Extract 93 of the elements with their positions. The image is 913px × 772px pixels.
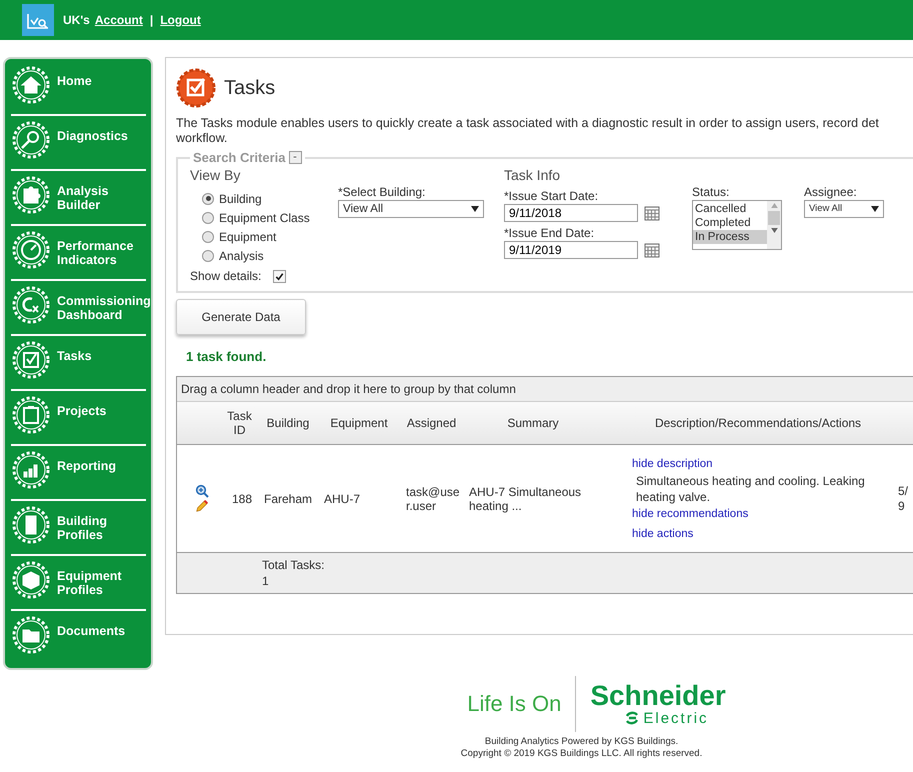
radio-button[interactable] bbox=[202, 230, 214, 242]
section-heading: View By bbox=[190, 167, 242, 183]
start-date-field[interactable]: 9/11/2018 bbox=[504, 204, 638, 222]
gear-gauge-icon bbox=[11, 230, 51, 270]
table-cell-text: task@user.user bbox=[406, 484, 461, 512]
user-name: UK's bbox=[63, 13, 90, 27]
gear-magnifier-icon bbox=[11, 120, 51, 160]
sidebar-item[interactable]: Tasks bbox=[11, 336, 146, 391]
calendar-icon[interactable] bbox=[644, 205, 660, 221]
sidebar-item[interactable]: Home bbox=[11, 61, 146, 116]
collapse-button[interactable]: - bbox=[288, 151, 302, 164]
group-drop-area: Drag a column header and drop it here to group by that column bbox=[177, 377, 913, 402]
radio-button[interactable] bbox=[202, 250, 214, 262]
scrollbar[interactable] bbox=[767, 201, 781, 249]
sidebar-item[interactable]: Building Profiles bbox=[11, 501, 146, 556]
radio-label: Analysis bbox=[219, 248, 264, 262]
radio-label: Equipment Class bbox=[219, 210, 310, 224]
page-description: The Tasks module enables users to quickly create a task associated with a diagnostic result in order to assign users, record det bbox=[176, 116, 880, 131]
radio-label: Building bbox=[219, 192, 262, 206]
column-header[interactable]: Building bbox=[266, 416, 310, 430]
chart-magnifier-logo-icon bbox=[22, 4, 54, 36]
field-label: Status: bbox=[692, 185, 730, 199]
total-tasks-label: Total Tasks: bbox=[262, 557, 324, 573]
assignee-dropdown[interactable]: View All bbox=[804, 200, 884, 218]
section-legend: Search Criteria bbox=[193, 150, 286, 165]
generate-data-button[interactable]: Generate Data bbox=[176, 299, 306, 335]
radio-button[interactable] bbox=[202, 212, 214, 224]
field-label: Show details: bbox=[190, 269, 262, 283]
radio-label: Equipment bbox=[219, 230, 276, 244]
sidebar-item[interactable]: Diagnostics bbox=[11, 116, 146, 171]
table-cell-text: 5/ bbox=[898, 484, 910, 498]
column-header[interactable]: Summary bbox=[463, 416, 603, 430]
caret-icon bbox=[871, 206, 879, 212]
gear-puzzle-icon bbox=[11, 175, 51, 215]
scroll-down-icon[interactable] bbox=[770, 228, 778, 233]
powered-by-text: Building Analytics Powered by KGS Buildings. bbox=[484, 736, 678, 748]
zoom-in-icon[interactable] bbox=[195, 484, 209, 498]
column-header[interactable]: Assigned bbox=[406, 416, 456, 430]
copyright-text: Copyright © 2019 KGS Buildings LLC. All rights reserved. bbox=[460, 748, 702, 760]
gear-folder-icon bbox=[11, 615, 51, 655]
status-option[interactable]: In Process bbox=[693, 230, 767, 244]
brand-subtitle: Electric bbox=[643, 710, 709, 726]
column-header[interactable]: Description/Recommendations/Actions bbox=[654, 416, 862, 430]
brand-name: Schneider bbox=[590, 682, 726, 710]
field-label: *Select Building: bbox=[338, 185, 426, 199]
table-cell: Fareham bbox=[264, 492, 312, 506]
page-description: workflow. bbox=[176, 131, 228, 146]
brand-logo-icon bbox=[624, 710, 640, 726]
radio-button[interactable] bbox=[202, 192, 214, 204]
end-date-field[interactable]: 9/11/2019 bbox=[504, 241, 638, 259]
result-message: 1 task found. bbox=[186, 349, 268, 364]
table-cell: AHU-7 bbox=[324, 492, 360, 506]
logout-link[interactable]: Logout bbox=[160, 13, 201, 27]
field-label: Assignee: bbox=[804, 185, 858, 199]
gear-house-icon bbox=[11, 65, 51, 105]
column-header[interactable]: Equipment bbox=[330, 416, 388, 430]
total-tasks-value: 1 bbox=[262, 573, 270, 589]
table-cell-text: 9 bbox=[898, 498, 906, 514]
slogan-text: Life Is On bbox=[467, 691, 562, 717]
hide-actions-link[interactable]: hide actions bbox=[632, 528, 694, 540]
sidebar-item[interactable]: Performance Indicators bbox=[11, 226, 146, 281]
page-title: Tasks bbox=[224, 76, 276, 100]
gear-cx-icon bbox=[11, 285, 51, 325]
caret-icon bbox=[471, 206, 479, 212]
field-label: *Issue Start Date: bbox=[504, 189, 600, 203]
sidebar-item[interactable]: Documents bbox=[11, 611, 146, 666]
pencil-icon[interactable] bbox=[195, 499, 209, 513]
description-text: Simultaneous heating and cooling. Leaking heating valve. bbox=[636, 472, 866, 504]
hide-description-link[interactable]: hide description bbox=[632, 458, 713, 470]
hide-recommendations-link[interactable]: hide recommendations bbox=[632, 508, 748, 520]
section-heading: Task Info bbox=[504, 167, 562, 183]
gear-clipboard-icon bbox=[11, 395, 51, 435]
status-listbox[interactable]: Cancelled Completed In Process bbox=[692, 200, 782, 250]
status-option[interactable]: Cancelled bbox=[693, 202, 767, 216]
sidebar-item[interactable]: Analysis Builder bbox=[11, 171, 146, 226]
table-cell: 188 bbox=[232, 492, 252, 506]
calendar-icon[interactable] bbox=[644, 242, 660, 258]
status-option[interactable]: Completed bbox=[693, 216, 767, 230]
show-details-checkbox[interactable] bbox=[273, 270, 286, 282]
sidebar-item[interactable]: Reporting bbox=[11, 446, 146, 501]
account-link[interactable]: Account bbox=[94, 13, 143, 27]
table-cell-text: AHU-7 Simultaneous heating ... bbox=[469, 484, 582, 512]
building-dropdown[interactable]: View All bbox=[338, 200, 484, 218]
gear-checkbox-icon bbox=[176, 68, 216, 108]
header-separator: | bbox=[150, 13, 154, 27]
field-label: *Issue End Date: bbox=[504, 226, 596, 240]
sidebar-item[interactable]: Equipment Profiles bbox=[11, 556, 146, 611]
gear-bars-icon bbox=[11, 450, 51, 490]
gear-cube-icon bbox=[11, 560, 51, 600]
gear-check-icon bbox=[11, 340, 51, 380]
gear-building-icon bbox=[11, 505, 51, 545]
column-header[interactable]: Task ID bbox=[224, 409, 254, 437]
sidebar-item[interactable]: Projects bbox=[11, 391, 146, 446]
